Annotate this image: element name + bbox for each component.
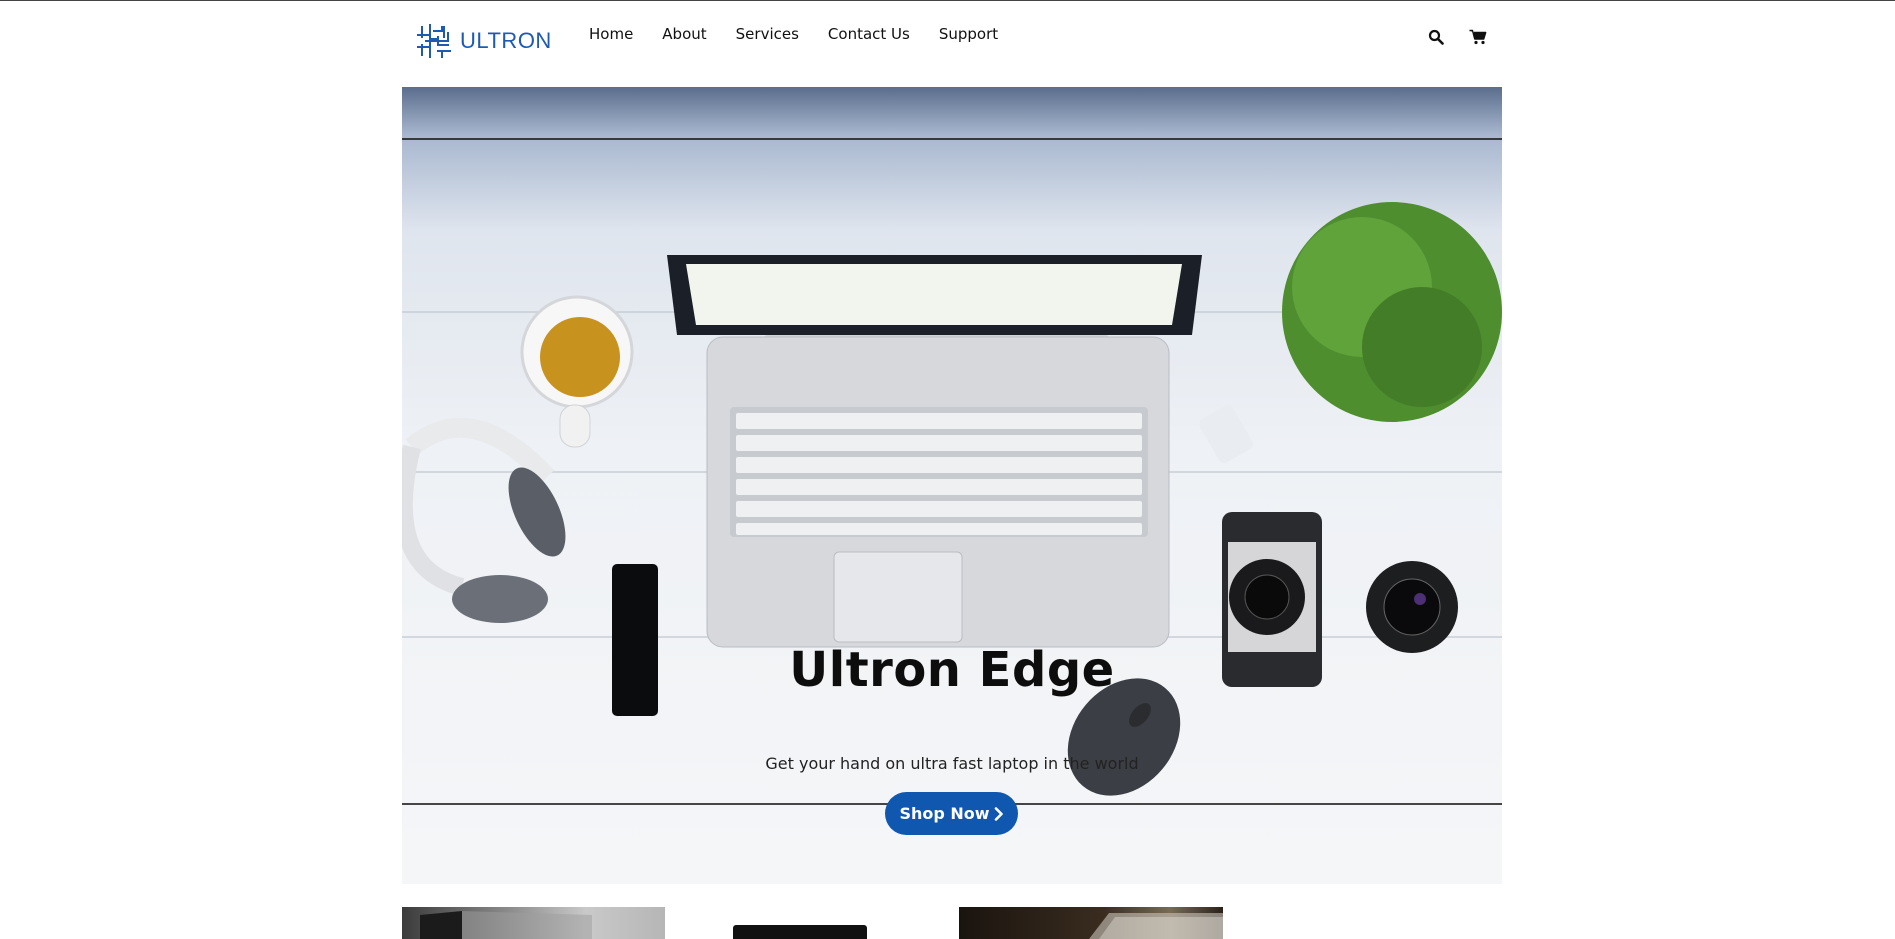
nav-services[interactable]: Services xyxy=(736,25,799,43)
shop-now-button[interactable]: Shop Now xyxy=(885,792,1018,835)
ultron-logo-icon xyxy=(417,24,451,58)
product-card-2[interactable] xyxy=(733,925,867,939)
product-card-1[interactable] xyxy=(402,907,665,939)
brand-logo[interactable]: ULTRON xyxy=(414,21,552,61)
chevron-right-icon xyxy=(994,806,1003,821)
navbar: ULTRON Home About Services Contact Us Su… xyxy=(0,1,1895,71)
nav-support[interactable]: Support xyxy=(939,25,998,43)
nav-about[interactable]: About xyxy=(662,25,706,43)
product-card-3-image xyxy=(1089,913,1223,939)
product-card-3[interactable] xyxy=(959,907,1223,939)
nav-icons xyxy=(1426,27,1488,47)
hero-banner: Ultron Edge Get your hand on ultra fast … xyxy=(402,87,1502,884)
product-card-1-image xyxy=(420,911,592,939)
hero-title: Ultron Edge xyxy=(789,642,1115,698)
cart-icon[interactable] xyxy=(1468,27,1488,47)
brand-name: ULTRON xyxy=(460,28,552,53)
nav-home[interactable]: Home xyxy=(589,25,633,43)
hero-subtitle: Get your hand on ultra fast laptop in th… xyxy=(765,754,1139,773)
search-icon[interactable] xyxy=(1426,27,1446,47)
nav-contact-us[interactable]: Contact Us xyxy=(828,25,910,43)
main-nav: Home About Services Contact Us Support xyxy=(589,25,1027,43)
shop-now-label: Shop Now xyxy=(899,804,990,823)
